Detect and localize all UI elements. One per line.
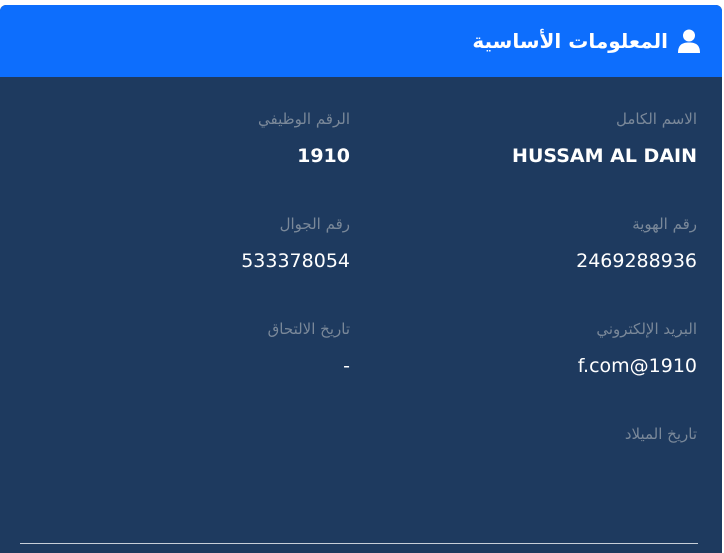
mobile-label: رقم الجوال [279, 215, 350, 233]
basic-info-card: المعلومات الأساسية الاسم الكامل HUSSAM A… [0, 5, 722, 553]
email-label: البريد الإلكتروني [596, 320, 697, 338]
divider [20, 543, 698, 544]
full-name-value: HUSSAM AL DAIN [512, 145, 697, 167]
employee-id-value: 1910 [297, 145, 350, 167]
national-id-label: رقم الهوية [632, 215, 697, 233]
email-value: f.com@1910 [577, 355, 697, 377]
full-name-label: الاسم الكامل [615, 110, 697, 128]
national-id-value: 2469288936 [576, 250, 697, 272]
mobile-value: 533378054 [241, 250, 350, 272]
card-title: المعلومات الأساسية [472, 29, 668, 53]
card-header: المعلومات الأساسية [0, 5, 722, 77]
join-date-value: - [343, 355, 350, 377]
birth-date-label: تاريخ الميلاد [624, 425, 697, 443]
employee-id-label: الرقم الوظيفي [258, 110, 350, 128]
join-date-label: تاريخ الالتحاق [267, 320, 350, 338]
user-icon [678, 29, 700, 53]
